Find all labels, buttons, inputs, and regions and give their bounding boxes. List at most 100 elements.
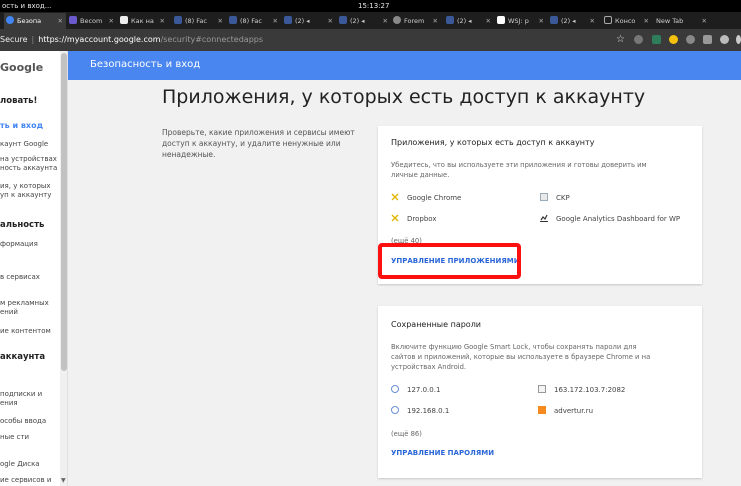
tab-label: (2) ◂ <box>295 17 310 25</box>
sidebar-item-services[interactable]: ие сервисов и <box>0 476 60 485</box>
sidebar-item-account-settings[interactable]: аккаунта <box>0 353 60 362</box>
passwords-more-count: (ещё 86) <box>391 430 422 438</box>
site-icon <box>120 16 128 24</box>
password-item[interactable]: advertur.ru <box>538 406 593 415</box>
page-icon <box>604 16 612 24</box>
app-item-ckp[interactable]: CKP <box>540 193 570 202</box>
close-icon[interactable]: ✕ <box>644 13 649 29</box>
tab-new-tab[interactable]: New Tab ✕ <box>654 13 710 29</box>
scrollbar-thumb[interactable] <box>61 53 67 371</box>
sidebar-item-content[interactable]: ие контентом <box>0 327 60 336</box>
sidebar-item-input-methods[interactable]: особы ввода <box>0 417 60 426</box>
tab-label: (2) ◂ <box>561 17 576 25</box>
tab[interactable]: (2) ◂ ✕ <box>548 13 598 29</box>
password-site: 192.168.0.1 <box>407 407 450 415</box>
url-path: /security#connectedapps <box>160 35 264 44</box>
tab[interactable]: (2) ◂ ✕ <box>282 13 336 29</box>
close-icon[interactable]: ✕ <box>590 13 595 29</box>
sidebar-item-ads[interactable]: м рекламных ений <box>0 299 60 317</box>
sidebar-item-welcome[interactable]: ловать! <box>0 97 60 106</box>
tab-label: (2) ◂ <box>457 17 472 25</box>
close-icon[interactable]: ✕ <box>273 13 278 29</box>
extension-icon[interactable] <box>703 35 712 44</box>
facebook-icon <box>446 16 454 24</box>
page-description: Проверьте, какие приложения и сервисы им… <box>162 128 355 159</box>
tab[interactable]: WSJ: p ✕ <box>495 13 547 29</box>
sidebar-item-activity[interactable]: в сервисах <box>0 273 60 282</box>
manage-passwords-link[interactable]: УПРАВЛЕНИЕ ПАРОЛЯМИ <box>391 449 494 457</box>
bookmark-star-icon[interactable]: ☆ <box>616 33 625 47</box>
extension-icon[interactable] <box>652 35 661 44</box>
tab-label: (8) Fac <box>185 17 207 25</box>
url-field[interactable]: Secure | https://myaccount.google.com/secu… <box>0 33 263 47</box>
password-item[interactable]: 127.0.0.1 <box>391 385 441 394</box>
secure-label: Secure <box>0 35 28 44</box>
tab[interactable]: (8) Fac ✕ <box>172 13 226 29</box>
tab-label: (2) ◂ <box>350 17 365 25</box>
close-icon[interactable]: ✕ <box>109 13 114 29</box>
scroll-down-icon[interactable]: ▼ <box>61 477 66 484</box>
tab-label: New Tab <box>656 17 684 25</box>
facebook-icon <box>174 16 182 24</box>
wsj-icon <box>497 16 505 24</box>
tab[interactable]: Forem ✕ <box>391 13 441 29</box>
sidebar-item-accessibility[interactable]: ные сти <box>0 433 60 442</box>
close-icon[interactable]: ✕ <box>383 13 388 29</box>
card-title: Сохраненные пароли <box>391 320 482 329</box>
close-icon[interactable]: ✕ <box>702 13 707 29</box>
tab-security[interactable]: Безопа ✕ <box>4 13 66 29</box>
tab[interactable]: Консо ✕ <box>602 13 652 29</box>
extension-icon[interactable] <box>686 35 695 44</box>
close-icon[interactable]: ✕ <box>218 13 223 29</box>
sidebar-item-security[interactable]: ть и вход <box>0 121 60 130</box>
close-icon[interactable]: ✕ <box>486 13 491 29</box>
url-separator: | <box>31 35 35 44</box>
tab[interactable]: (2) ◂ ✕ <box>337 13 391 29</box>
app-name: Dropbox <box>407 215 437 223</box>
tab[interactable]: Becom ✕ <box>67 13 117 29</box>
app-item-dropbox[interactable]: Dropbox <box>391 214 437 223</box>
clock: 15:13:27 <box>358 2 390 10</box>
tab[interactable]: (8) Fac ✕ <box>227 13 281 29</box>
close-icon[interactable]: ✕ <box>328 13 333 29</box>
sidebar-item-drive[interactable]: ogle Диска <box>0 460 60 469</box>
close-icon[interactable]: ✕ <box>58 13 63 29</box>
sidebar-item-google-account[interactable]: каунт Google <box>0 140 60 149</box>
tab-label: (8) Fac <box>240 17 262 25</box>
password-site: 127.0.0.1 <box>407 386 441 394</box>
extension-icon[interactable] <box>720 35 729 44</box>
extension-icon[interactable] <box>736 35 741 44</box>
password-item[interactable]: 192.168.0.1 <box>391 406 450 415</box>
globe-icon <box>391 385 399 393</box>
tab-label: WSJ: p <box>508 17 529 25</box>
sidebar-item-subscriptions[interactable]: подписки и ения <box>0 390 60 408</box>
address-bar: Secure | https://myaccount.google.com/secu… <box>0 29 741 51</box>
app-name: CKP <box>556 194 570 202</box>
close-icon[interactable]: ✕ <box>160 13 165 29</box>
sidebar-item-devices[interactable]: на устройствах ность аккаунта <box>0 155 60 173</box>
app-item-analytics[interactable]: Google Analytics Dashboard for WP <box>540 214 680 223</box>
highlight-box <box>378 243 521 279</box>
extension-icon[interactable] <box>634 35 643 44</box>
sidebar: Google ловать! ть и вход каунт Google на… <box>0 51 68 486</box>
tab-label: Консо <box>615 17 636 25</box>
app-name: Google Chrome <box>407 194 462 202</box>
close-icon[interactable]: ✕ <box>539 13 544 29</box>
globe-icon <box>391 406 399 414</box>
sidebar-item-connected-apps[interactable]: ия, у которых уп к аккаунту <box>0 182 60 200</box>
sidebar-item-privacy[interactable]: альность <box>0 221 60 230</box>
extension-icon[interactable] <box>669 35 678 44</box>
app-item-chrome[interactable]: Google Chrome <box>391 193 462 202</box>
page-header: Безопасность и вход <box>68 51 741 80</box>
header-title: Безопасность и вход <box>90 59 201 70</box>
tab[interactable]: (2) ◂ ✕ <box>444 13 494 29</box>
tab-label: Как на <box>131 17 154 25</box>
os-top-bar: ость и вход... 15:13:27 <box>0 0 741 12</box>
password-item[interactable]: 163.172.103.7:2082 <box>538 385 625 394</box>
tab[interactable]: Как на ✕ <box>118 13 168 29</box>
url-host: https://myaccount.google.com <box>38 35 161 44</box>
sidebar-item-personal-info[interactable]: формация <box>0 240 60 249</box>
site-icon <box>69 16 77 24</box>
close-icon[interactable]: ✕ <box>433 13 438 29</box>
dropbox-app-icon <box>391 214 399 222</box>
